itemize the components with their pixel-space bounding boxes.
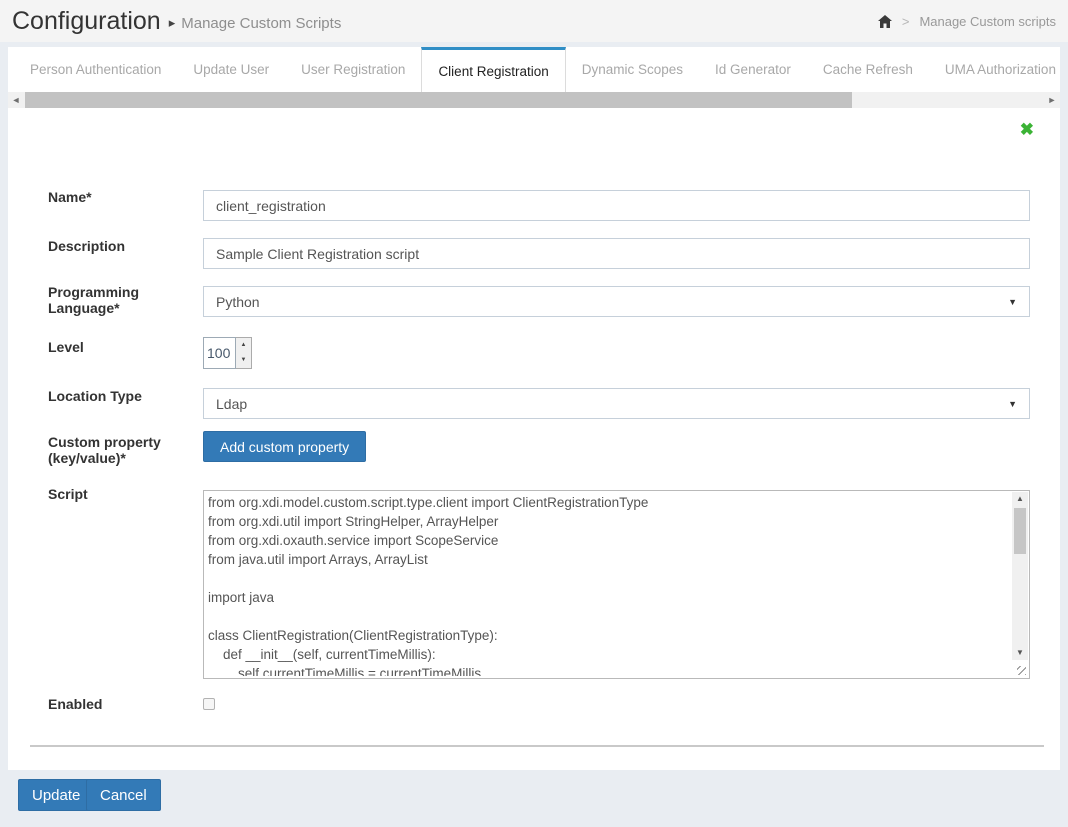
scroll-right-arrow-icon[interactable]: ► [1044, 92, 1060, 108]
horizontal-scrollbar-thumb[interactable] [25, 92, 852, 108]
spin-up-icon[interactable]: ▲ [236, 338, 251, 353]
chevron-down-icon: ▼ [1008, 399, 1017, 409]
scroll-left-arrow-icon[interactable]: ◄ [8, 92, 24, 108]
level-stepper: ▲ ▼ [203, 337, 252, 369]
tab-id-generator[interactable]: Id Generator [699, 47, 807, 92]
breadcrumb-separator: > [902, 14, 910, 29]
enabled-checkbox[interactable] [203, 698, 215, 710]
tab-update-user[interactable]: Update User [177, 47, 285, 92]
vertical-scrollbar-thumb[interactable] [1014, 508, 1026, 554]
programming-language-label: Programming Language* [48, 284, 200, 316]
tab-user-registration[interactable]: User Registration [285, 47, 421, 92]
divider [30, 745, 1044, 747]
content-panel: Person Authentication Update User User R… [8, 47, 1060, 770]
close-icon[interactable]: ✖ [1020, 121, 1034, 138]
script-vertical-scrollbar[interactable]: ▲ ▼ [1012, 492, 1028, 660]
location-type-value: Ldap [216, 396, 247, 412]
add-custom-property-button[interactable]: Add custom property [203, 431, 366, 462]
tab-uma-authorization-policies[interactable]: UMA Authorization Policies [929, 47, 1060, 92]
tab-client-registration[interactable]: Client Registration [421, 47, 565, 92]
script-label: Script [48, 486, 200, 502]
custom-property-label: Custom property (key/value)* [48, 434, 200, 466]
tabs-horizontal-scrollbar[interactable]: ◄ ► [8, 92, 1060, 108]
breadcrumb-current: Manage Custom scripts [919, 14, 1056, 29]
title-separator-icon: ▸ [169, 15, 176, 31]
description-label: Description [48, 238, 200, 254]
page-title: Configuration [12, 7, 161, 36]
cancel-button[interactable]: Cancel [86, 779, 161, 811]
script-type-tabs: Person Authentication Update User User R… [8, 47, 1060, 92]
spin-down-icon[interactable]: ▼ [236, 353, 251, 368]
programming-language-value: Python [216, 294, 260, 310]
level-label: Level [48, 339, 200, 355]
scroll-down-arrow-icon[interactable]: ▼ [1012, 646, 1028, 660]
breadcrumb: > Manage Custom scripts [878, 14, 1056, 29]
home-icon[interactable] [878, 15, 892, 28]
name-input[interactable] [203, 190, 1030, 221]
update-button[interactable]: Update [18, 779, 94, 811]
tab-cache-refresh[interactable]: Cache Refresh [807, 47, 929, 92]
page-subtitle: Manage Custom Scripts [181, 15, 341, 32]
location-type-label: Location Type [48, 388, 200, 404]
script-content[interactable]: from org.xdi.model.custom.script.type.cl… [204, 491, 1011, 676]
level-input[interactable] [203, 337, 236, 369]
name-label: Name* [48, 189, 200, 205]
tab-person-authentication[interactable]: Person Authentication [14, 47, 177, 92]
location-type-select[interactable]: Ldap ▼ [203, 388, 1030, 419]
programming-language-select[interactable]: Python ▼ [203, 286, 1030, 317]
scroll-up-arrow-icon[interactable]: ▲ [1012, 492, 1028, 506]
level-spin-buttons: ▲ ▼ [236, 337, 252, 369]
page-header: Configuration ▸ Manage Custom Scripts > … [0, 0, 1068, 42]
resize-grip[interactable] [1013, 662, 1028, 677]
chevron-down-icon: ▼ [1008, 297, 1017, 307]
tab-dynamic-scopes[interactable]: Dynamic Scopes [566, 47, 699, 92]
enabled-label: Enabled [48, 696, 200, 712]
description-input[interactable] [203, 238, 1030, 269]
script-editor[interactable]: from org.xdi.model.custom.script.type.cl… [203, 490, 1030, 679]
